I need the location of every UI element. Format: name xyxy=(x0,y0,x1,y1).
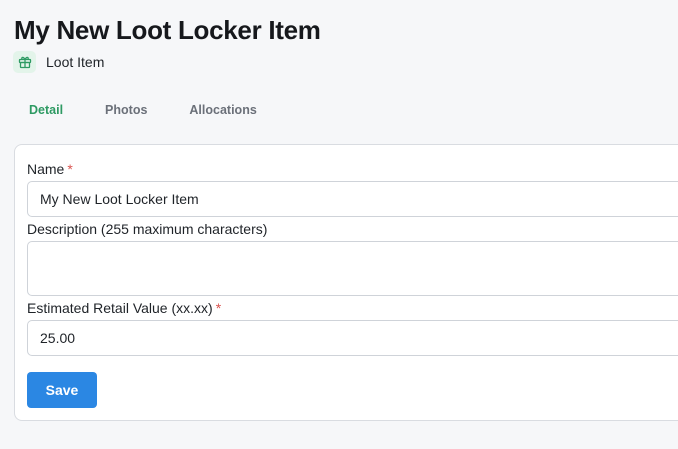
save-button[interactable]: Save xyxy=(27,372,97,408)
tab-allocations[interactable]: Allocations xyxy=(189,103,256,117)
name-label-text: Name xyxy=(27,161,65,177)
gift-icon xyxy=(13,51,36,73)
item-type-label: Loot Item xyxy=(46,54,105,70)
tab-photos[interactable]: Photos xyxy=(105,103,147,117)
description-textarea[interactable] xyxy=(27,241,678,296)
tab-bar: Detail Photos Allocations xyxy=(29,103,257,117)
name-input[interactable]: My New Loot Locker Item xyxy=(27,181,678,217)
description-label: Description (255 maximum characters) xyxy=(27,221,268,237)
retail-value-input[interactable]: 25.00 xyxy=(27,320,678,356)
required-mark: * xyxy=(67,161,73,177)
retail-value-label: Estimated Retail Value (xx.xx) * xyxy=(27,300,221,316)
retail-value-label-text: Estimated Retail Value (xx.xx) xyxy=(27,300,213,316)
required-mark: * xyxy=(215,300,222,316)
name-label: Name * xyxy=(27,161,73,177)
page: My New Loot Locker Item Loot Item Detail… xyxy=(0,0,678,449)
tab-detail[interactable]: Detail xyxy=(29,103,63,117)
item-type: Loot Item xyxy=(13,51,104,73)
page-title: My New Loot Locker Item xyxy=(14,15,321,45)
